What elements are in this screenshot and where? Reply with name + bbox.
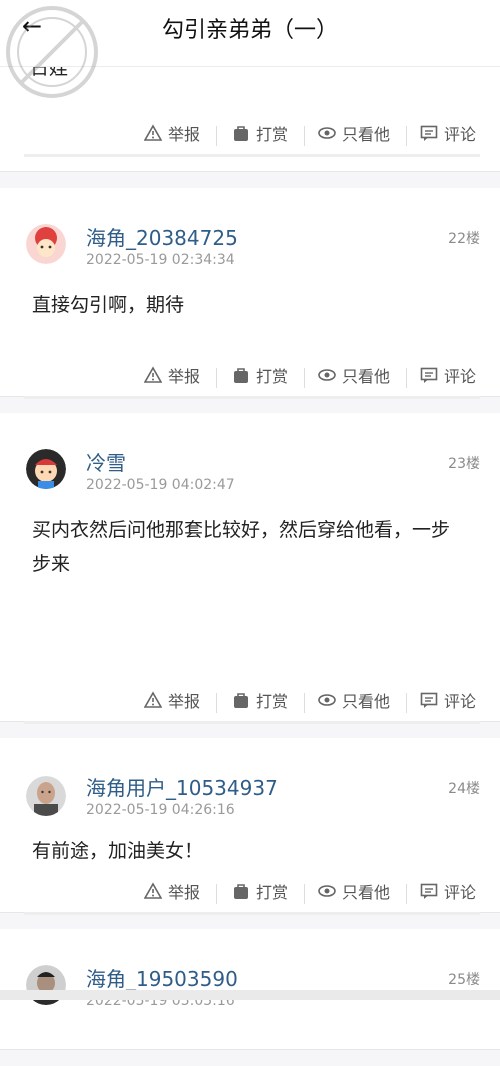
post-text: 买内衣然后问他那套比较好，然后穿给他看，一步步来 (32, 519, 451, 575)
comment-icon (420, 125, 438, 141)
post-actions: 举报 打赏 只看他 评论 (24, 356, 480, 399)
report-button[interactable]: 举报 (144, 121, 200, 145)
top-bar: ← 勾引亲弟弟（一） (0, 0, 500, 67)
timestamp: 2022-05-19 02:34:34 (86, 252, 235, 268)
divider (406, 126, 407, 146)
tip-button[interactable]: 打赏 (232, 879, 288, 903)
tip-button[interactable]: 打赏 (232, 121, 288, 145)
post-actions: 举报 打赏 只看他 评论 (24, 681, 480, 724)
divider (304, 368, 305, 388)
divider (406, 693, 407, 713)
floor-number: 24楼 (448, 781, 480, 797)
bottom-bar (0, 990, 500, 1000)
divider (216, 368, 217, 388)
report-button[interactable]: 举报 (144, 688, 200, 712)
tip-button[interactable]: 打赏 (232, 688, 288, 712)
post-card-partial: 日娃 举报 打赏 只看他 评论 (0, 57, 500, 172)
post-card: 海角用户_10534937 2022-05-19 04:26:16 24楼 有前… (0, 738, 500, 915)
username[interactable]: 冷雪 (86, 447, 126, 476)
eye-icon (318, 885, 336, 897)
timestamp: 2022-05-19 04:02:47 (86, 477, 235, 493)
avatar-image (26, 449, 66, 489)
bag-icon (234, 368, 248, 383)
divider (304, 884, 305, 904)
post-card: 海角_20384725 2022-05-19 02:34:34 22楼 直接勾引… (0, 188, 500, 399)
report-button[interactable]: 举报 (144, 363, 200, 387)
bag-icon (234, 884, 248, 899)
avatar-image (26, 224, 66, 264)
comment-icon (420, 692, 438, 708)
only-him-button[interactable]: 只看他 (318, 879, 390, 903)
eye-icon (318, 127, 336, 139)
eye-icon (318, 694, 336, 706)
divider (406, 884, 407, 904)
post-card: 冷雪 2022-05-19 04:02:47 23楼 买内衣然后问他那套比较好，… (0, 413, 500, 724)
comment-icon (420, 883, 438, 899)
page-title: 勾引亲弟弟（一） (161, 18, 338, 43)
bag-icon (234, 126, 248, 141)
divider (304, 693, 305, 713)
comment-button[interactable]: 评论 (420, 879, 476, 903)
only-him-button[interactable]: 只看他 (318, 363, 390, 387)
floor-number: 22楼 (448, 231, 480, 247)
bag-icon (234, 693, 248, 708)
warning-icon (144, 882, 162, 899)
avatar[interactable] (26, 449, 66, 489)
eye-icon (318, 369, 336, 381)
floor-number: 23楼 (448, 456, 480, 472)
divider (216, 884, 217, 904)
comment-button[interactable]: 评论 (420, 363, 476, 387)
divider (304, 126, 305, 146)
floor-number: 25楼 (448, 972, 480, 988)
username[interactable]: 海角用户_10534937 (86, 772, 278, 801)
avatar[interactable] (26, 224, 66, 264)
warning-icon (144, 124, 162, 141)
divider (216, 693, 217, 713)
avatar[interactable] (26, 776, 66, 816)
only-him-button[interactable]: 只看他 (318, 688, 390, 712)
comment-button[interactable]: 评论 (420, 121, 476, 145)
tip-button[interactable]: 打赏 (232, 363, 288, 387)
warning-icon (144, 691, 162, 708)
report-button[interactable]: 举报 (144, 879, 200, 903)
post-text: 有前途，加油美女！ (32, 840, 204, 862)
username[interactable]: 海角_19503590 (86, 963, 238, 992)
divider (216, 126, 217, 146)
divider (406, 368, 407, 388)
only-him-button[interactable]: 只看他 (318, 121, 390, 145)
warning-icon (144, 366, 162, 383)
username[interactable]: 海角_20384725 (86, 222, 238, 251)
avatar-image (26, 776, 66, 816)
post-actions: 举报 打赏 只看他 评论 (24, 872, 480, 915)
timestamp: 2022-05-19 04:26:16 (86, 802, 235, 818)
post-actions: 举报 打赏 只看他 评论 (24, 114, 480, 157)
comment-icon (420, 367, 438, 383)
post-text: 直接勾引啊，期待 (32, 294, 185, 316)
comment-button[interactable]: 评论 (420, 688, 476, 712)
